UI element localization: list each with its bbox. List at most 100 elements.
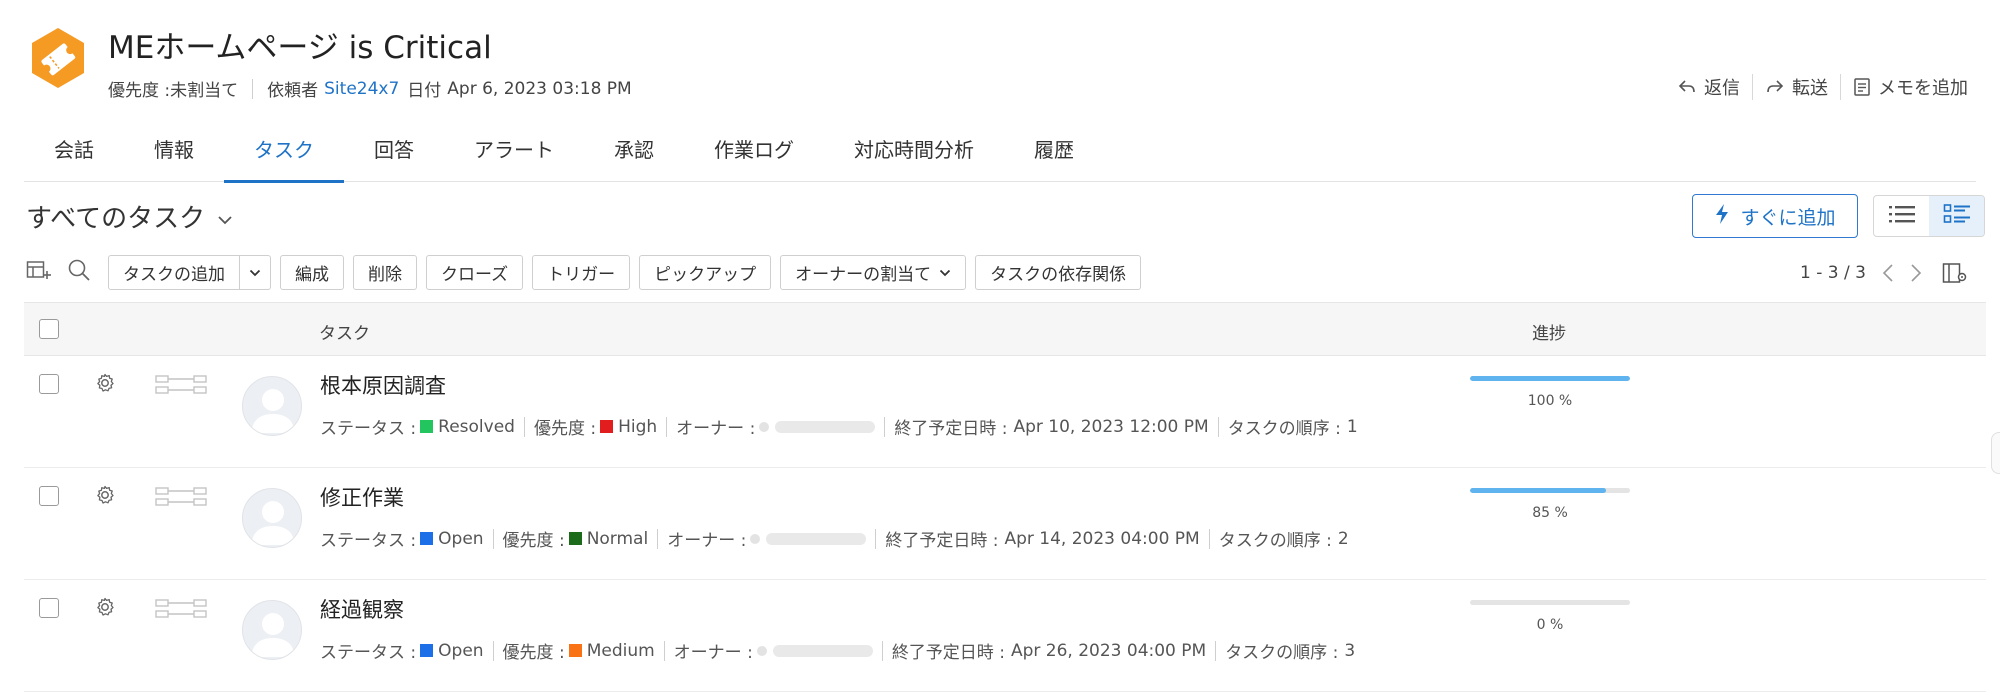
- due-label: 終了予定日時 :: [894, 419, 1008, 439]
- task-row: 根本原因調査 ステータス : Resolved 優先度 : High オーナー …: [24, 356, 1986, 468]
- tab-approvals[interactable]: 承認: [584, 126, 684, 182]
- owner-label: オーナー :: [667, 531, 747, 551]
- status-label: ステータス :: [320, 531, 417, 551]
- task-details: ステータス : Open 優先度 : Medium オーナー : 終了予定日時 …: [320, 638, 1355, 663]
- prev-page-button[interactable]: [1882, 263, 1894, 283]
- task-name[interactable]: 根本原因調査: [320, 370, 446, 400]
- tab-resolution[interactable]: 回答: [344, 126, 444, 182]
- gear-icon[interactable]: [94, 596, 116, 622]
- column-settings-button[interactable]: [1942, 262, 1968, 284]
- task-table-header: タスク 進捗: [24, 302, 1986, 356]
- owner-avatar: [242, 488, 302, 548]
- quick-add-button[interactable]: すぐに追加: [1692, 194, 1858, 238]
- detail-divider: [492, 528, 494, 549]
- gear-icon[interactable]: [94, 372, 116, 398]
- task-details: ステータス : Resolved 優先度 : High オーナー : 終了予定日…: [320, 414, 1358, 439]
- priority-label: 優先度 :: [108, 81, 171, 101]
- close-task-button[interactable]: クローズ: [426, 254, 524, 290]
- task-checkbox[interactable]: [39, 374, 59, 394]
- chevron-down-icon: [249, 262, 261, 282]
- progress-track: [1470, 600, 1630, 605]
- task-progress: 100 %: [1470, 376, 1630, 409]
- lightning-icon: [1714, 203, 1730, 230]
- search-button[interactable]: [64, 257, 94, 287]
- priority-value: 未割当て: [170, 81, 239, 101]
- tab-tasks[interactable]: タスク: [224, 126, 344, 183]
- progress-fill: [1470, 376, 1630, 381]
- priority-label: 優先度 :: [502, 531, 565, 551]
- detail-divider: [1217, 416, 1219, 437]
- list-view-button[interactable]: [1874, 196, 1929, 236]
- trigger-button[interactable]: トリガー: [532, 254, 631, 290]
- side-panel-handle[interactable]: [1991, 432, 2000, 474]
- assign-owner-button[interactable]: オーナーの割当て: [780, 254, 967, 290]
- order-label: タスクの順序 :: [1227, 419, 1341, 439]
- due-value: Apr 10, 2023 12:00 PM: [1013, 416, 1209, 437]
- task-row: 経過観察 ステータス : Open 優先度 : Medium オーナー : 終了…: [24, 580, 1986, 692]
- due-label: 終了予定日時 :: [891, 643, 1005, 663]
- dependency-icon: [154, 598, 210, 624]
- list-icon: [1888, 204, 1916, 228]
- status-value: Resolved: [438, 416, 515, 437]
- forward-button[interactable]: 転送: [1765, 74, 1828, 100]
- page-range: 1 - 3 / 3: [1800, 263, 1866, 283]
- order-label: タスクの順序 :: [1225, 643, 1339, 663]
- task-toolbar: タスクの追加 編成 削除 クローズ トリガー ピックアップ オーナーの割当て タ…: [24, 254, 1150, 290]
- edit-button[interactable]: 編成: [280, 254, 344, 290]
- dependency-icon: [154, 486, 210, 512]
- tab-time-analysis[interactable]: 対応時間分析: [824, 126, 1004, 182]
- chevron-down-icon: [939, 262, 951, 282]
- progress-percent: 100 %: [1527, 393, 1573, 409]
- task-name[interactable]: 修正作業: [320, 482, 404, 512]
- table-add-icon: [26, 259, 52, 285]
- task-details: ステータス : Open 優先度 : Normal オーナー : 終了予定日時 …: [320, 526, 1349, 551]
- tab-conversation[interactable]: 会話: [24, 126, 124, 182]
- task-view-title: すべてのタスク: [26, 204, 206, 234]
- progress-track: [1470, 376, 1630, 381]
- gear-icon[interactable]: [94, 484, 116, 510]
- status-color-swatch: [420, 644, 434, 657]
- status-value: Open: [438, 528, 484, 549]
- detail-divider: [1208, 528, 1210, 549]
- add-note-button[interactable]: メモを追加: [1853, 74, 1968, 100]
- task-row: 修正作業 ステータス : Open 優先度 : Normal オーナー : 終了…: [24, 468, 1986, 580]
- detail-divider: [492, 640, 494, 661]
- reply-icon: [1677, 78, 1697, 96]
- tab-worklog[interactable]: 作業ログ: [684, 126, 824, 182]
- dependency-icon: [154, 374, 210, 400]
- reply-button[interactable]: 返信: [1677, 74, 1740, 100]
- task-name[interactable]: 経過観察: [320, 594, 404, 624]
- add-task-dropdown[interactable]: [240, 254, 271, 290]
- owner-avatar-small: [750, 533, 761, 544]
- request-tabs: 会話 情報 タスク 回答 アラート 承認 作業ログ 対応時間分析 履歴: [24, 126, 1976, 183]
- add-task-button[interactable]: タスクの追加: [108, 254, 240, 290]
- task-view-selector[interactable]: すべてのタスク: [26, 198, 233, 235]
- next-page-button[interactable]: [1910, 263, 1922, 283]
- order-label: タスクの順序 :: [1218, 531, 1332, 551]
- detail-view-button[interactable]: [1929, 196, 1984, 236]
- tab-history[interactable]: 履歴: [1004, 126, 1104, 182]
- requester-link[interactable]: Site24x7: [324, 79, 399, 99]
- task-dependencies-button[interactable]: タスクの依存関係: [975, 254, 1142, 290]
- due-value: Apr 14, 2023 04:00 PM: [1004, 528, 1200, 549]
- delete-button[interactable]: 削除: [353, 254, 417, 290]
- task-checkbox[interactable]: [39, 486, 59, 506]
- owner-name-redacted: [766, 532, 867, 545]
- pickup-button[interactable]: ピックアップ: [639, 254, 772, 290]
- status-color-swatch: [420, 420, 434, 433]
- request-meta: 優先度 : 未割当て 依頼者 Site24x7 日付 Apr 6, 2023 0…: [108, 76, 632, 101]
- owner-name-redacted: [775, 420, 876, 433]
- task-checkbox[interactable]: [39, 598, 59, 618]
- priority-value: Normal: [586, 528, 649, 549]
- tab-details[interactable]: 情報: [124, 126, 224, 182]
- owner-name-redacted: [772, 644, 873, 657]
- quick-add-label: すぐに追加: [1740, 206, 1836, 229]
- table-settings-button[interactable]: [24, 257, 54, 287]
- detail-divider: [875, 528, 877, 549]
- due-label: 終了予定日時 :: [885, 531, 999, 551]
- select-all-checkbox[interactable]: [39, 319, 59, 339]
- progress-track: [1470, 488, 1630, 493]
- tab-alerts[interactable]: アラート: [444, 126, 584, 182]
- add-note-label: メモを追加: [1878, 78, 1968, 99]
- detail-divider: [663, 640, 665, 661]
